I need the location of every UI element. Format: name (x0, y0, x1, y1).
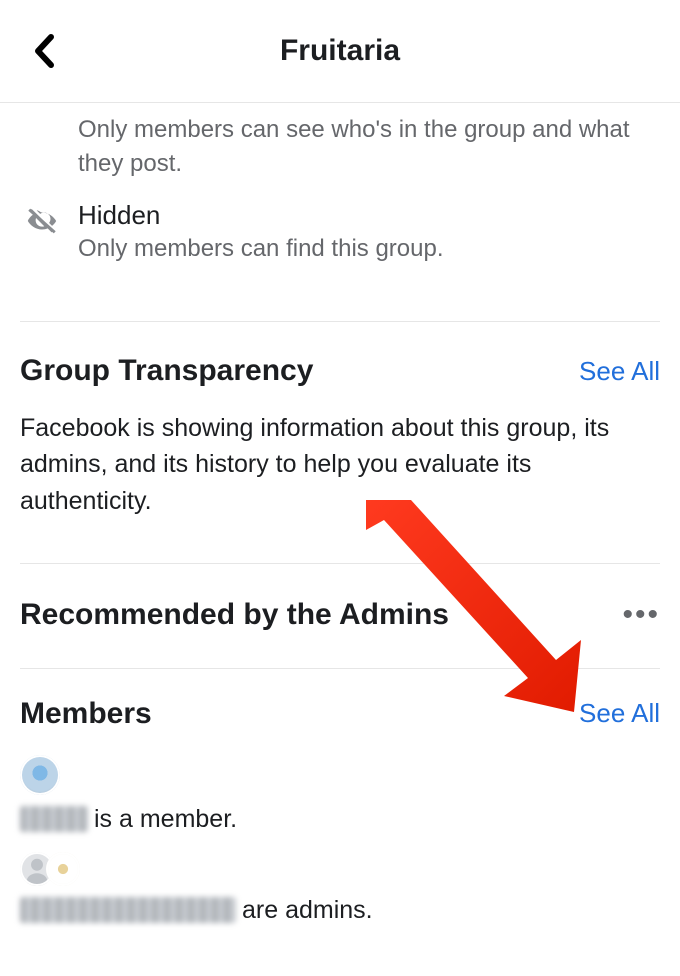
admin-avatar-row (20, 852, 660, 886)
chevron-left-icon (33, 34, 55, 68)
eye-off-icon (20, 200, 64, 238)
recommended-title: Recommended by the Admins (20, 598, 449, 632)
privacy-hidden-row: Hidden Only members can find this group. (20, 186, 660, 281)
page-title: Fruitaria (0, 34, 680, 68)
members-see-all[interactable]: See All (579, 698, 660, 729)
avatar[interactable] (20, 755, 60, 795)
group-transparency-body: Facebook is showing information about th… (20, 396, 660, 529)
group-transparency-see-all[interactable]: See All (579, 356, 660, 387)
redacted-name (20, 897, 236, 923)
member-avatar-row (20, 755, 660, 795)
group-transparency-title: Group Transparency (20, 354, 313, 388)
group-transparency-section: Group Transparency See All Facebook is s… (20, 322, 660, 529)
admin-line-suffix: are admins. (242, 896, 373, 925)
privacy-hidden-title: Hidden (78, 200, 444, 231)
privacy-members-only-desc: Only members can see who's in the group … (20, 103, 660, 186)
members-section-head: Members See All (20, 669, 660, 749)
recommended-section-head: Recommended by the Admins ••• (20, 564, 660, 638)
avatar[interactable] (46, 852, 80, 886)
redacted-name (20, 806, 88, 832)
privacy-hidden-desc: Only members can find this group. (78, 235, 444, 263)
members-title: Members (20, 697, 152, 731)
member-line: is a member. (20, 805, 660, 834)
more-options-button[interactable]: ••• (622, 598, 660, 632)
back-button[interactable] (24, 31, 64, 71)
member-line-suffix: is a member. (94, 805, 237, 834)
header-bar: Fruitaria (0, 0, 680, 103)
admin-line: are admins. (20, 896, 660, 925)
